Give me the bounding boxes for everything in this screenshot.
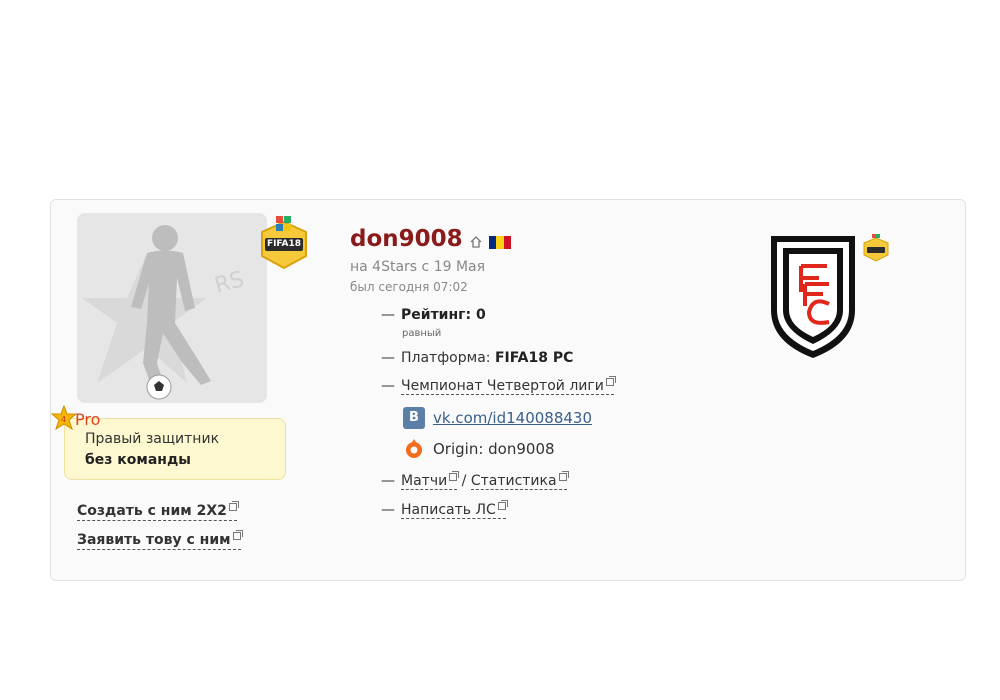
- create-2x2-link[interactable]: Создать с ним 2Х2: [77, 501, 239, 521]
- platform-prefix: Платформа:: [401, 350, 495, 366]
- last-seen: был сегодня 07:02: [350, 280, 468, 294]
- club-fifa-badge-icon: [863, 234, 889, 262]
- external-link-icon: [605, 376, 616, 386]
- vk-icon: B: [403, 407, 425, 429]
- links-separator: /: [457, 473, 471, 489]
- player-avatar: RS: [77, 213, 267, 403]
- apply-team-label: Заявить тову с ним: [77, 532, 231, 548]
- external-link-icon: [232, 530, 243, 540]
- player-team: без команды: [85, 452, 191, 468]
- pro-star-icon: 4: [51, 405, 77, 431]
- league-label: Чемпионат Четвертой лиги: [401, 378, 604, 394]
- fifa-badge-label: FIFA18: [266, 239, 302, 249]
- username[interactable]: don9008: [350, 226, 463, 252]
- external-link-icon: [228, 501, 239, 511]
- write-pm-link[interactable]: Написать ЛС: [401, 500, 508, 519]
- league-row: — Чемпионат Четвертой лиги: [381, 376, 616, 395]
- origin-text: Origin: don9008: [433, 440, 555, 458]
- vk-link[interactable]: vk.com/id140088430: [433, 409, 592, 427]
- platform-row: — Платформа: FIFA18 PC: [381, 350, 574, 366]
- profile-card: RS FIFA18 Правый защитник без команды 4 …: [50, 199, 966, 581]
- origin-icon: [406, 439, 422, 458]
- origin-row: Origin: don9008: [403, 438, 555, 460]
- stats-label: Статистика: [470, 473, 557, 489]
- write-pm-label: Написать ЛС: [401, 502, 496, 518]
- romania-flag-icon: [489, 236, 511, 249]
- rating-sub: равный: [402, 328, 442, 339]
- external-link-icon: [497, 500, 508, 510]
- home-icon: [470, 236, 482, 248]
- pro-badge: 4 Pro: [51, 405, 111, 431]
- platform-value: FIFA18 PC: [494, 350, 574, 366]
- member-since: на 4Stars с 19 Мая: [350, 259, 486, 275]
- league-link[interactable]: Чемпионат Четвертой лиги: [401, 376, 616, 395]
- rating-label: Рейтинг: 0: [401, 307, 486, 323]
- create-2x2-label: Создать с ним 2Х2: [77, 503, 227, 519]
- matches-label: Матчи: [401, 473, 448, 489]
- external-link-icon: [558, 471, 569, 481]
- stats-link[interactable]: Статистика: [470, 471, 569, 490]
- vk-row: Bvk.com/id140088430: [403, 407, 592, 429]
- player-position: Правый защитник: [85, 431, 220, 447]
- external-link-icon: [449, 471, 460, 481]
- pro-label: Pro: [75, 410, 101, 429]
- club-crest-icon[interactable]: [769, 232, 857, 360]
- matches-link[interactable]: Матчи: [401, 471, 460, 490]
- apply-team-link[interactable]: Заявить тову с ним: [77, 530, 243, 550]
- write-pm-row: — Написать ЛС: [381, 500, 508, 519]
- silhouette-image: RS: [77, 213, 267, 403]
- matches-row: — Матчи / Статистика: [381, 471, 569, 490]
- rating-row: — Рейтинг: 0: [381, 307, 486, 323]
- svg-text:4: 4: [61, 415, 66, 424]
